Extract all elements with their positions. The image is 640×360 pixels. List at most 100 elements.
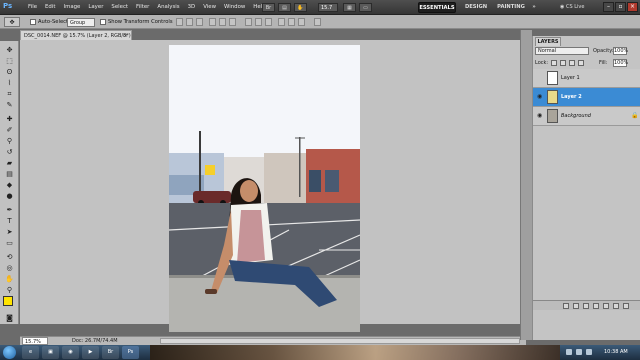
menu-view[interactable]: View [199, 0, 220, 15]
workspace-painting[interactable]: PAINTING [494, 2, 528, 13]
new-layer-icon[interactable] [613, 303, 619, 309]
fill-input[interactable]: 100% [613, 59, 628, 67]
screen-mode-icon[interactable]: ▭ [359, 3, 372, 12]
menu-file[interactable]: File [24, 0, 41, 15]
taskbar-clock[interactable]: 10:38 AM [604, 347, 628, 358]
lock-all-icon[interactable] [578, 60, 584, 66]
brush-tool-icon[interactable]: ✐ [4, 125, 15, 135]
visibility-eye-icon[interactable]: ◉ [537, 94, 544, 100]
explorer-icon[interactable]: ▣ [42, 346, 59, 359]
lock-transparent-icon[interactable] [551, 60, 557, 66]
layer-style-icon[interactable] [573, 303, 579, 309]
auto-align-layers-icon[interactable] [314, 18, 321, 26]
history-brush-tool-icon[interactable]: ↺ [4, 147, 15, 157]
adjustment-layer-icon[interactable] [593, 303, 599, 309]
layer-row-layer-1[interactable]: Layer 1 [533, 69, 640, 88]
blend-mode-dropdown[interactable]: Normal [535, 47, 589, 55]
document-photo[interactable] [169, 45, 360, 332]
document-size-readout[interactable]: Doc: 26.7M/74.4M [72, 337, 118, 345]
distribute-right-icon[interactable] [298, 18, 305, 26]
distribute-left-icon[interactable] [278, 18, 285, 26]
crop-tool-icon[interactable]: ⌗ [4, 89, 15, 99]
align-bottom-icon[interactable] [196, 18, 203, 26]
align-vcenter-icon[interactable] [186, 18, 193, 26]
workspace-more-button[interactable]: » [528, 2, 540, 13]
link-layers-icon[interactable] [563, 303, 569, 309]
foreground-color-swatch[interactable] [3, 296, 13, 306]
auto-select-checkbox[interactable] [30, 19, 36, 25]
menu-edit[interactable]: Edit [41, 0, 59, 15]
layers-tab[interactable]: LAYERS [535, 37, 561, 46]
distribute-top-icon[interactable] [245, 18, 252, 26]
workspace-essentials[interactable]: ESSENTIALS [418, 2, 456, 13]
hand-view-icon[interactable]: ✋ [294, 3, 307, 12]
menu-window[interactable]: Window [220, 0, 249, 15]
workspace-design[interactable]: DESIGN [459, 2, 493, 13]
lasso-tool-icon[interactable]: ʘ [4, 67, 15, 77]
quick-select-tool-icon[interactable]: ⌇ [4, 78, 15, 88]
show-transform-checkbox[interactable] [100, 19, 106, 25]
quick-mask-icon[interactable]: ◙ [4, 313, 15, 323]
canvas-area[interactable] [20, 40, 526, 332]
type-tool-icon[interactable]: T [4, 216, 15, 226]
move-tool-icon[interactable]: ✥ [4, 45, 15, 55]
horizontal-scrollbar[interactable] [160, 338, 520, 344]
minimize-icon[interactable]: – [603, 2, 614, 12]
menu-select[interactable]: Select [107, 0, 132, 15]
3d-rotate-tool-icon[interactable]: ⟲ [4, 252, 15, 262]
menu-image[interactable]: Image [59, 0, 84, 15]
shape-tool-icon[interactable]: ▭ [4, 238, 15, 248]
eyedropper-tool-icon[interactable]: ✎ [4, 100, 15, 110]
align-top-icon[interactable] [176, 18, 183, 26]
pen-tool-icon[interactable]: ✒ [4, 205, 15, 215]
arrange-documents-icon[interactable]: ▦ [343, 3, 356, 12]
distribute-bottom-icon[interactable] [265, 18, 272, 26]
marquee-tool-icon[interactable]: ⬚ [4, 56, 15, 66]
distribute-vcenter-icon[interactable] [255, 18, 262, 26]
close-icon[interactable]: × [627, 2, 638, 12]
start-button-icon[interactable] [3, 346, 16, 359]
photoshop-taskbar-icon[interactable]: Ps [122, 346, 139, 359]
menu-analysis[interactable]: Analysis [153, 0, 183, 15]
zoom-status-field[interactable]: 15.7% [22, 337, 48, 345]
distribute-hcenter-icon[interactable] [288, 18, 295, 26]
cs-live-button[interactable]: ◉ CS Live [560, 2, 600, 13]
3d-orbit-tool-icon[interactable]: ◎ [4, 263, 15, 273]
path-selection-tool-icon[interactable]: ➤ [4, 227, 15, 237]
visibility-eye-icon[interactable]: ◉ [537, 113, 544, 119]
bridge-taskbar-icon[interactable]: Br [102, 346, 119, 359]
auto-select-target-dropdown[interactable]: Group [67, 18, 95, 27]
layer-row-background[interactable]: ◉ Background 🔒 [533, 107, 640, 126]
spot-healing-tool-icon[interactable]: ✚ [4, 114, 15, 124]
blur-tool-icon[interactable]: ◆ [4, 180, 15, 190]
align-hcenter-icon[interactable] [219, 18, 226, 26]
media-player-icon[interactable]: ▶ [82, 346, 99, 359]
delete-layer-icon[interactable] [623, 303, 629, 309]
visibility-toggle-icon[interactable] [537, 75, 544, 81]
align-left-icon[interactable] [209, 18, 216, 26]
hand-tool-icon[interactable]: ✋ [4, 274, 15, 284]
layer-row-layer-2[interactable]: ◉ Layer 2 [533, 88, 640, 107]
eraser-tool-icon[interactable]: ▰ [4, 158, 15, 168]
lock-position-icon[interactable] [569, 60, 575, 66]
firefox-icon[interactable]: ◉ [62, 346, 79, 359]
layer-mask-icon[interactable] [583, 303, 589, 309]
gradient-tool-icon[interactable]: ▤ [4, 169, 15, 179]
bridge-icon[interactable]: Br [262, 3, 275, 12]
lock-image-icon[interactable] [560, 60, 566, 66]
collapsed-panel-dock[interactable] [520, 30, 532, 340]
new-group-icon[interactable] [603, 303, 609, 309]
ie-icon[interactable]: e [22, 346, 39, 359]
clone-stamp-tool-icon[interactable]: ⚲ [4, 136, 15, 146]
move-tool-preset-icon[interactable]: ✥ [4, 17, 20, 27]
opacity-input[interactable]: 100% [613, 47, 628, 55]
dodge-tool-icon[interactable]: ● [4, 191, 15, 201]
maximize-icon[interactable]: ▫ [615, 2, 626, 12]
minibridge-icon[interactable]: ▤ [278, 3, 291, 12]
menu-layer[interactable]: Layer [84, 0, 107, 15]
zoom-tool-icon[interactable]: ⚲ [4, 285, 15, 295]
volume-icon[interactable] [576, 349, 582, 355]
align-right-icon[interactable] [229, 18, 236, 26]
menu-filter[interactable]: Filter [132, 0, 153, 15]
document-tab[interactable]: DSC_0014.NEF @ 15.7% (Layer 2, RGB/8*) *… [20, 30, 132, 49]
